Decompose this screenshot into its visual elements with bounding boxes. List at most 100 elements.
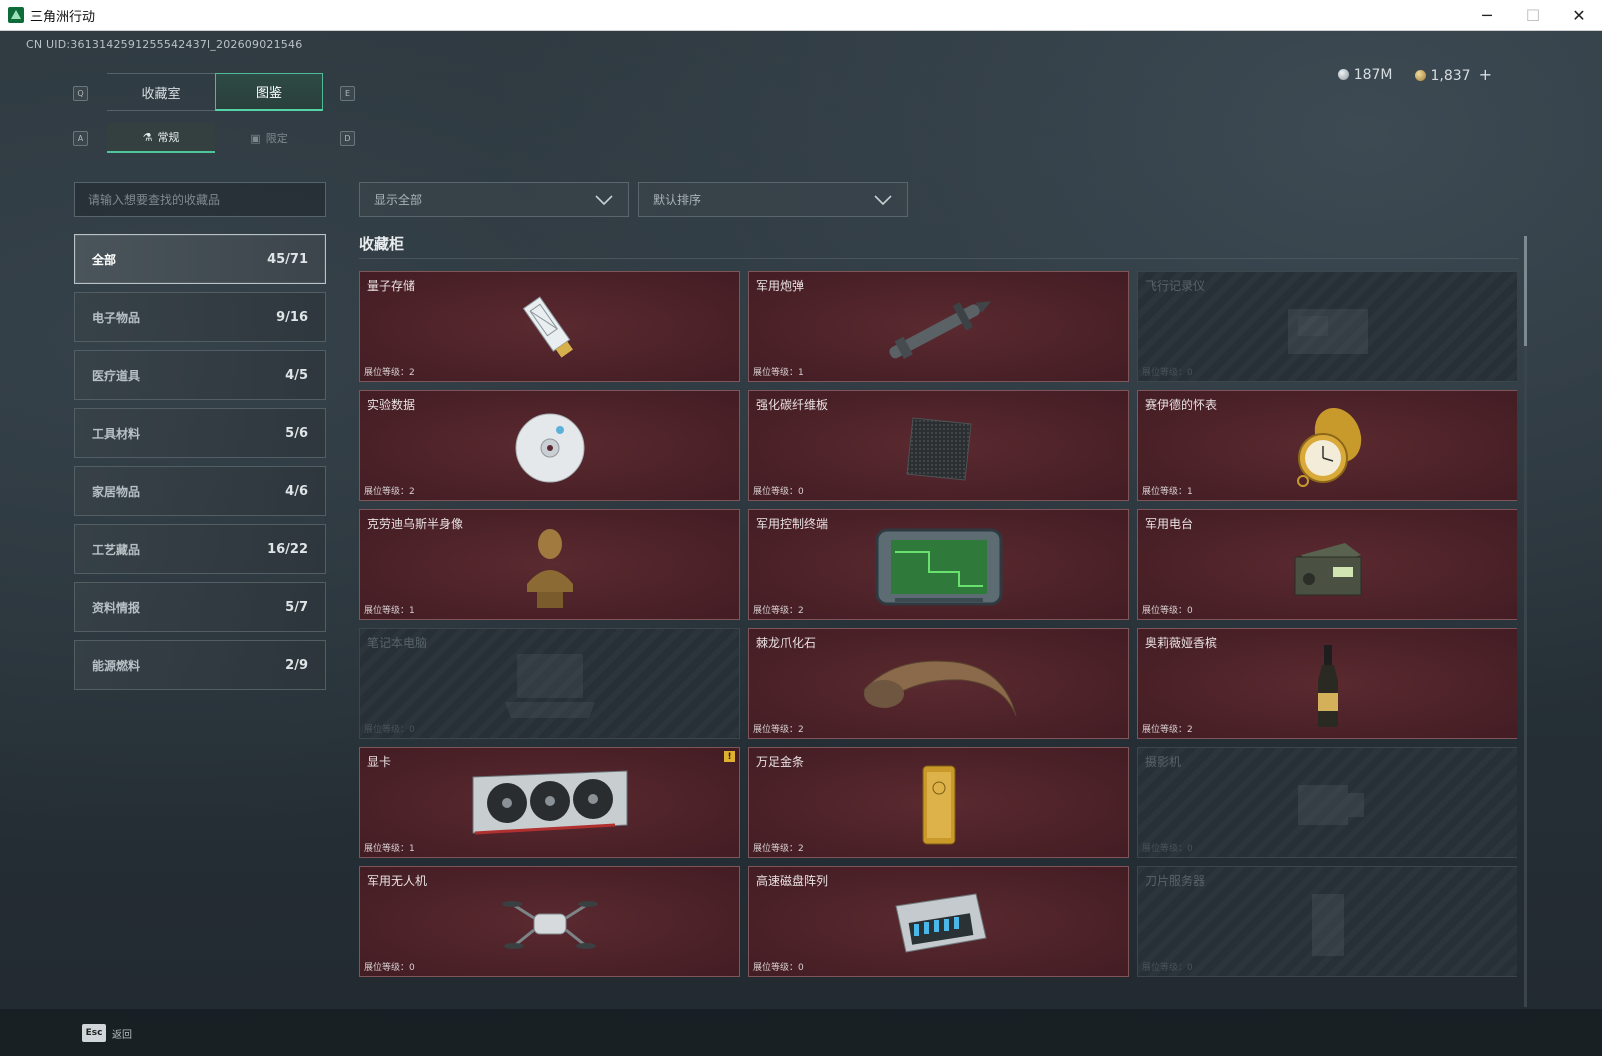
collection-scrollbar[interactable] (1524, 236, 1527, 1007)
level-prefix: 展位等级： (364, 963, 410, 973)
item-name: 万足金条 (756, 755, 805, 769)
back-button[interactable]: Esc 返回 (82, 1024, 132, 1042)
level-prefix: 展位等级： (364, 725, 410, 735)
collection-card[interactable]: 强化碳纤维板 展位等级：0 (748, 390, 1129, 501)
level-prefix: 展位等级： (364, 606, 410, 616)
level-value: 0 (798, 487, 804, 497)
collection-card[interactable]: 奥莉薇娅香槟 展位等级：2 (1137, 628, 1517, 739)
category-item[interactable]: 资料情报 5/7 (74, 582, 326, 632)
silver-currency: 187M (1337, 67, 1393, 83)
maximize-button[interactable]: ☐ (1510, 0, 1556, 31)
level-prefix: 展位等级： (1142, 963, 1188, 973)
add-currency-button[interactable]: + (1479, 65, 1492, 84)
level-prefix: 展位等级： (1142, 844, 1188, 854)
collection-card[interactable]: 高速磁盘阵列 展位等级：0 (748, 866, 1129, 977)
camera-icon (1278, 765, 1378, 849)
level-value: 2 (1187, 725, 1193, 735)
level-value: 2 (409, 368, 415, 378)
sort-value: 默认排序 (653, 193, 702, 207)
scrollbar-thumb[interactable] (1524, 236, 1527, 346)
window-controls: ─ ☐ ✕ (1464, 0, 1602, 31)
window-title: 三角洲行动 (30, 9, 96, 25)
key-hint-a: A (73, 131, 88, 146)
item-level: 展位等级：2 (753, 841, 804, 854)
collection-card[interactable]: 克劳迪乌斯半身像 展位等级：1 (359, 509, 740, 620)
champagne-icon (1308, 641, 1348, 735)
category-item[interactable]: 全部 45/71 (74, 234, 326, 284)
item-level: 展位等级：1 (1142, 484, 1193, 497)
collection-card[interactable]: 笔记本电脑展位等级：0 (359, 628, 740, 739)
close-button[interactable]: ✕ (1556, 0, 1602, 31)
level-prefix: 展位等级： (364, 844, 410, 854)
category-item[interactable]: 家居物品 4/6 (74, 466, 326, 516)
level-value: 2 (798, 606, 804, 616)
collection-card[interactable]: 万足金条展位等级：2 (748, 747, 1129, 858)
subtab-regular-label: 常规 (157, 131, 180, 144)
category-item[interactable]: 工艺藏品 16/22 (74, 524, 326, 574)
item-name: 奥莉薇娅香槟 (1145, 636, 1218, 650)
category-label: 家居物品 (92, 484, 141, 499)
category-label: 工艺藏品 (92, 542, 141, 557)
key-hint-q: Q (73, 86, 88, 101)
item-level: 展位等级：1 (364, 841, 415, 854)
collection-card[interactable]: 实验数据 展位等级：2 (359, 390, 740, 501)
subtab-limited[interactable]: ▣ 限定 (215, 123, 323, 153)
category-item[interactable]: 能源燃料 2/9 (74, 640, 326, 690)
category-item[interactable]: 电子物品 9/16 (74, 292, 326, 342)
gold-coin-icon (1414, 70, 1426, 81)
level-value: 0 (409, 725, 415, 735)
collection-card[interactable]: 军用控制终端 展位等级：2 (748, 509, 1129, 620)
category-count: 5/7 (285, 599, 308, 615)
collection-grid: 量子存储 展位等级：2 军用炮弹 展位等级：1 飞行记录仪 展位等级：0 实验数据 展位等级：… (359, 271, 1517, 1007)
control-terminal-icon (869, 522, 1009, 616)
level-prefix: 展位等级： (364, 368, 410, 378)
window-titlebar: 三角洲行动 ─ ☐ ✕ (0, 0, 1602, 31)
minimize-button[interactable]: ─ (1464, 0, 1510, 31)
level-value: 1 (798, 368, 804, 378)
category-item[interactable]: 医疗道具 4/5 (74, 350, 326, 400)
level-value: 0 (409, 963, 415, 973)
collection-card[interactable]: 赛伊德的怀表 展位等级：1 (1137, 390, 1517, 501)
collection-card[interactable]: 棘龙爪化石 展位等级：2 (748, 628, 1129, 739)
category-item[interactable]: 工具材料 5/6 (74, 408, 326, 458)
subtab-regular[interactable]: ⚗ 常规 (107, 123, 215, 153)
item-level: 展位等级：0 (753, 960, 804, 973)
missile-icon (874, 289, 1004, 373)
filter-dropdown[interactable]: 显示全部 (359, 182, 629, 217)
item-level: 展位等级：1 (753, 365, 804, 378)
item-level: 展位等级：0 (1142, 841, 1193, 854)
search-input[interactable] (74, 182, 326, 217)
collection-card[interactable]: 刀片服务器展位等级：0 (1137, 866, 1517, 977)
category-label: 能源燃料 (92, 658, 141, 673)
collection-card[interactable]: 军用炮弹 展位等级：1 (748, 271, 1129, 382)
tab-codex[interactable]: 图鉴 (215, 73, 323, 111)
item-level: 展位等级：0 (1142, 960, 1193, 973)
level-value: 0 (1187, 606, 1193, 616)
radio-icon (1283, 527, 1373, 611)
level-prefix: 展位等级： (753, 606, 799, 616)
sort-dropdown[interactable]: 默认排序 (638, 182, 908, 217)
item-name: 笔记本电脑 (367, 636, 428, 650)
collection-card[interactable]: 摄影机 展位等级：0 (1137, 747, 1517, 858)
collection-card[interactable]: 飞行记录仪 展位等级：0 (1137, 271, 1517, 382)
item-name: 刀片服务器 (1145, 874, 1206, 888)
category-label: 医疗道具 (92, 368, 141, 383)
level-value: 0 (798, 963, 804, 973)
section-divider (359, 258, 1519, 259)
category-count: 45/71 (267, 251, 308, 267)
collection-card[interactable]: 量子存储 展位等级：2 (359, 271, 740, 382)
category-label: 全部 (92, 252, 117, 267)
pocket-watch-icon (1283, 403, 1373, 497)
item-level: 展位等级：2 (753, 603, 804, 616)
tab-collection-room[interactable]: 收藏室 (107, 73, 215, 111)
key-hint-e: E (340, 86, 355, 101)
category-count: 4/6 (285, 483, 308, 499)
item-level: 展位等级：0 (1142, 365, 1193, 378)
collection-card[interactable]: 军用电台 展位等级：0 (1137, 509, 1517, 620)
collection-card[interactable]: 显卡 展位等级：1! (359, 747, 740, 858)
item-name: 棘龙爪化石 (756, 636, 817, 650)
level-value: 2 (409, 487, 415, 497)
chevron-down-icon (874, 194, 892, 205)
collection-card[interactable]: 军用无人机 展位等级：0 (359, 866, 740, 977)
level-value: 1 (1187, 487, 1193, 497)
